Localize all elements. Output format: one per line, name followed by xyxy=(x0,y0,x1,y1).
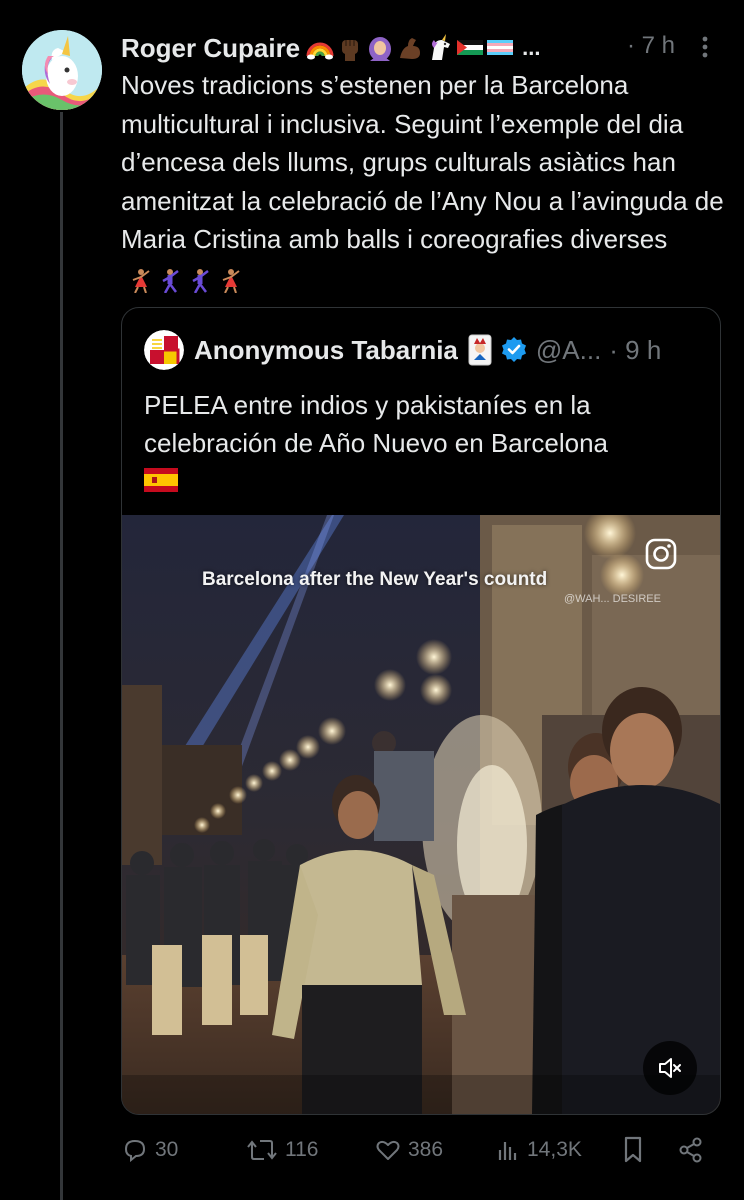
video-watermark-text: @WAH... DESIREE xyxy=(564,593,661,605)
tweet-text: Noves tradicions s’estenen per la Barcel… xyxy=(121,66,731,297)
video-caption-text: Barcelona after the New Year's countd xyxy=(202,569,548,590)
tweet-dance-emojis xyxy=(127,267,243,293)
view-count: 14,3K xyxy=(527,1138,582,1161)
author-avatar[interactable] xyxy=(22,30,102,110)
tweet-header: Roger Cupaire ... · 7 h xyxy=(121,28,721,68)
transgender-flag-emoji xyxy=(487,40,514,55)
more-options-icon[interactable] xyxy=(695,32,715,62)
name-truncation-ellipsis: ... xyxy=(522,35,541,60)
share-button[interactable] xyxy=(677,1128,705,1172)
man-dancing-emoji xyxy=(192,268,209,293)
dancer-emoji xyxy=(132,268,150,293)
woman-headscarf-emoji xyxy=(369,37,392,61)
reply-count: 30 xyxy=(155,1138,179,1161)
like-button[interactable]: 386 xyxy=(374,1128,443,1172)
share-icon xyxy=(679,1137,702,1163)
palestine-flag-emoji xyxy=(457,40,484,55)
unicorn-avatar-image xyxy=(22,30,102,110)
video-frame-image xyxy=(122,515,720,1114)
dancer-emoji xyxy=(222,268,240,293)
tweet-timestamp[interactable]: · 7 h xyxy=(627,32,675,60)
quoted-tweet-header: Anonymous Tabarnia @A... · 9 h xyxy=(144,330,714,370)
thread-line xyxy=(60,112,63,1200)
unicorn-emoji xyxy=(432,34,451,60)
quoted-tweet-text-content: PELEA entre indios y pakistaníes en la c… xyxy=(144,390,608,458)
man-dancing-emoji xyxy=(162,268,179,293)
tabarnia-avatar-image xyxy=(144,330,184,370)
verified-badge-icon xyxy=(501,337,526,362)
repost-count: 116 xyxy=(285,1138,319,1161)
like-count: 386 xyxy=(408,1138,444,1161)
views-button[interactable]: 14,3K xyxy=(495,1128,582,1172)
bookmark-icon xyxy=(624,1136,642,1163)
reply-icon xyxy=(124,1139,146,1163)
repost-button[interactable]: 116 xyxy=(245,1128,318,1172)
quoted-author-handle[interactable]: @A... xyxy=(536,335,601,366)
heart-icon xyxy=(376,1140,400,1160)
author-name-emojis xyxy=(306,34,514,62)
flexed-biceps-emoji xyxy=(400,38,421,59)
mute-toggle-button[interactable] xyxy=(643,1041,697,1095)
reply-button[interactable]: 30 xyxy=(121,1128,178,1172)
author-display-name[interactable]: Roger Cupaire xyxy=(121,33,300,64)
raised-fist-emoji xyxy=(342,40,359,61)
rainbow-emoji xyxy=(306,42,334,60)
muted-speaker-icon xyxy=(659,1058,681,1078)
tweet-action-bar: 30 116 386 14,3K xyxy=(121,1128,721,1172)
quoted-tweet-video[interactable]: Barcelona after the New Year's countd @W… xyxy=(122,515,720,1114)
tweet-text-content: Noves tradicions s’estenen per la Barcel… xyxy=(121,70,724,254)
quoted-tweet-text: PELEA entre indios y pakistaníes en la c… xyxy=(144,386,704,492)
quoted-author-display-name[interactable]: Anonymous Tabarnia xyxy=(194,335,458,366)
joker-card-emoji xyxy=(468,334,492,366)
spain-flag-emoji xyxy=(144,468,178,492)
quoted-tweet-timestamp[interactable]: · 9 h xyxy=(609,335,661,366)
quoted-tweet-card[interactable]: Anonymous Tabarnia @A... · 9 h PELEA ent… xyxy=(121,307,721,1115)
repost-icon xyxy=(247,1140,277,1160)
quoted-author-avatar[interactable] xyxy=(144,330,184,370)
instagram-icon xyxy=(645,538,677,570)
analytics-icon xyxy=(498,1142,517,1160)
bookmark-button[interactable] xyxy=(621,1128,645,1172)
